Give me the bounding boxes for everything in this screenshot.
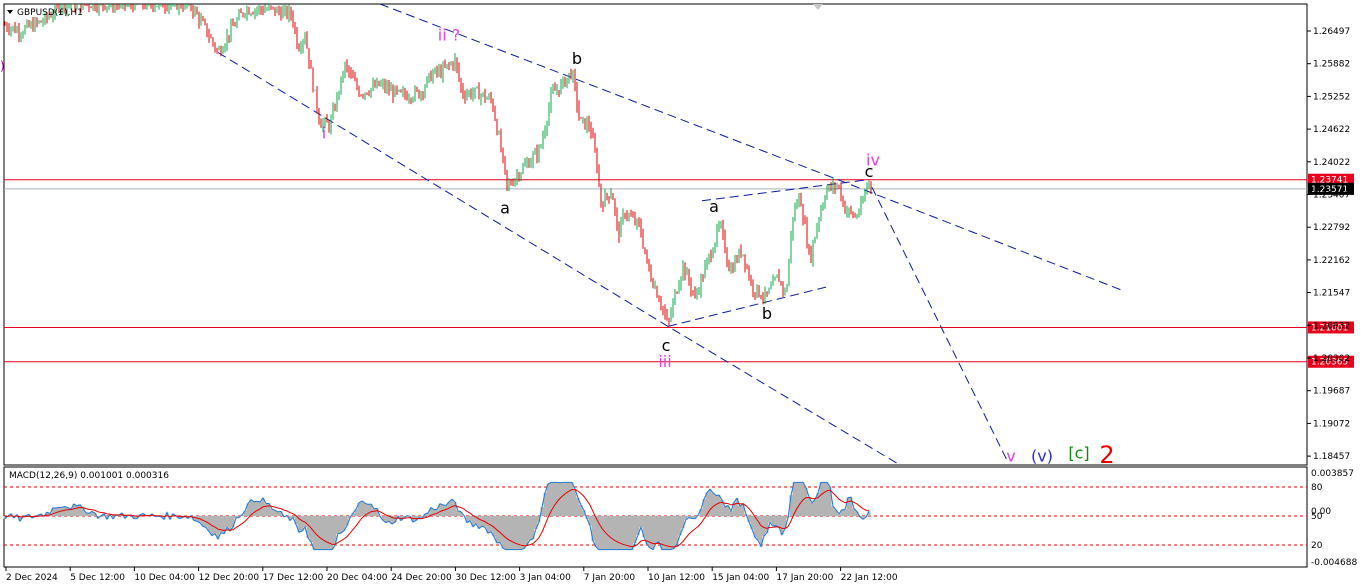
price-tick-label: 1.20932	[1313, 321, 1350, 331]
macd-axis-label: 0.00	[1311, 507, 1331, 517]
wave-label: iv	[866, 150, 880, 169]
date-tick-label: 7 Jan 20:00	[584, 573, 636, 583]
wave-label: iii	[658, 352, 671, 371]
price-tick-label: 1.22792	[1313, 223, 1350, 233]
date-tick-label: 20 Dec 04:00	[327, 573, 388, 583]
wave-label: (v)	[1031, 446, 1053, 465]
macd-axis-label: -0.004688	[1311, 558, 1357, 568]
edge-wave-marker: )	[0, 59, 5, 73]
date-tick-label: 17 Jan 20:00	[776, 573, 833, 583]
wave-label: b	[762, 304, 772, 323]
price-tick-label: 1.21547	[1313, 289, 1350, 299]
price-tick-label: 1.19072	[1313, 419, 1350, 429]
price-tick-label: 1.19687	[1313, 387, 1350, 397]
wave-label: b	[572, 49, 582, 68]
gbpusd-h1-chart: 1.237411.210011.203651.23571 1.264971.25…	[0, 3, 1357, 583]
wave-label: a	[500, 198, 510, 217]
wave-label: [c]	[1068, 444, 1089, 463]
price-tick-label: 1.23407	[1313, 191, 1350, 201]
price-tick-label: 1.24022	[1313, 158, 1350, 168]
date-tick-label: 5 Dec 12:00	[70, 573, 125, 583]
wave-label: a	[709, 197, 719, 216]
wave-label: v	[1006, 446, 1015, 465]
date-tick-label: 30 Dec 12:00	[455, 573, 516, 583]
price-tick-label: 1.25882	[1313, 60, 1350, 70]
symbol-label: GBPUSD(£),H1	[17, 8, 83, 18]
date-tick-label: 3 Jan 04:00	[520, 573, 572, 583]
price-tick-label: 1.24622	[1313, 125, 1350, 135]
macd-level-label: 80	[1311, 483, 1323, 493]
date-tick-label: 12 Dec 20:00	[199, 573, 260, 583]
main-plot-frame	[3, 3, 1308, 466]
price-tick-label: 1.20302	[1313, 354, 1350, 364]
date-tick-label: 24 Dec 20:00	[391, 573, 452, 583]
price-tick-label: 1.25252	[1313, 92, 1350, 102]
price-tick-label: 1.26497	[1313, 27, 1350, 37]
date-tick-label: 22 Jan 12:00	[841, 573, 898, 583]
date-tick-label: 10 Jan 12:00	[648, 573, 705, 583]
date-tick-label: 15 Jan 04:00	[712, 573, 769, 583]
wave-label: ii ?	[438, 26, 460, 45]
wave-label: 2	[1099, 441, 1114, 469]
macd-axis-label: 0.003857	[1311, 469, 1354, 479]
date-tick-label: 17 Dec 12:00	[263, 573, 324, 583]
date-tick-label: 10 Dec 04:00	[134, 573, 195, 583]
price-tick-label: 1.18457	[1313, 452, 1350, 462]
date-tick-label: 2 Dec 2024	[6, 573, 58, 583]
macd-label: MACD(12,26,9) 0.001001 0.000316	[9, 471, 169, 481]
macd-level-label: 20	[1311, 541, 1323, 551]
wave-label: i	[322, 123, 326, 142]
price-tick-label: 1.22162	[1313, 256, 1350, 266]
